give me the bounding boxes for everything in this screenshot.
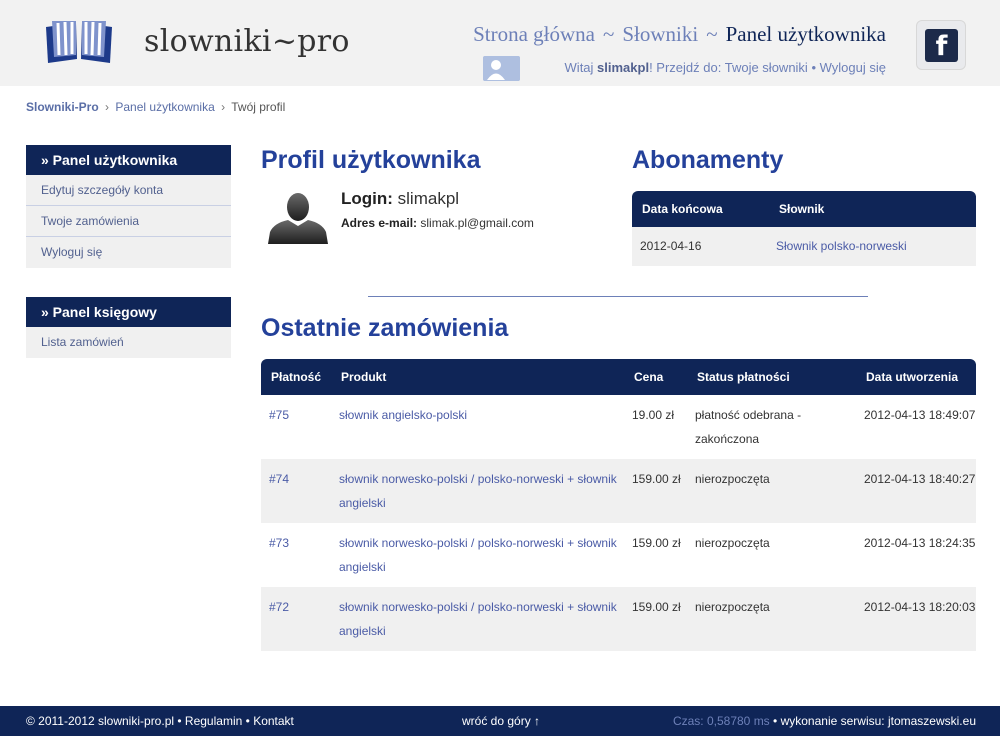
my-dictionaries-link[interactable]: Twoje słowniki	[725, 60, 808, 75]
sidebar-item-logout[interactable]: Wyloguj się	[26, 237, 231, 268]
back-to-top-link[interactable]: wróć do góry ↑	[462, 714, 540, 728]
order-payment-status: nierozpoczęta	[687, 587, 856, 651]
footer-bullet: •	[773, 714, 778, 728]
welcome-goto-text: ! Przejdź do:	[649, 60, 722, 75]
email-label: Adres e-mail:	[341, 216, 418, 230]
table-row: #74 słownik norwesko-polski / polsko-nor…	[261, 459, 976, 523]
recent-orders-heading: Ostatnie zamówienia	[261, 314, 509, 342]
column-header-product: Produkt	[331, 359, 624, 395]
footer-left: © 2011-2012 slowniki-pro.pl • Regulamin …	[26, 714, 294, 728]
user-panel-menu: » Panel użytkownika Edytuj szczegóły kon…	[26, 145, 231, 268]
footer-credit-link[interactable]: wykonanie serwisu: jtomaszewski.eu	[781, 714, 976, 728]
order-created-date: 2012-04-13 18:49:07	[856, 395, 976, 459]
table-row: 2012-04-16 Słownik polsko-norweski	[632, 227, 976, 266]
breadcrumb: Slowniki-Pro › Panel użytkownika › Twój …	[26, 100, 285, 114]
breadcrumb-panel-link[interactable]: Panel użytkownika	[115, 100, 214, 114]
sidebar-item-orders-list[interactable]: Lista zamówień	[26, 327, 231, 358]
site-header: slowniki~pro Strona główna ~ Słowniki ~ Pane…	[0, 0, 1000, 86]
profile-login: Login: slimakpl	[341, 189, 459, 209]
sidebar-item-edit-account[interactable]: Edytuj szczegóły konta	[26, 175, 231, 206]
footer-render-time: Czas: 0,58780 ms	[672, 714, 770, 728]
order-product-link[interactable]: słownik angielsko-polski	[331, 395, 624, 459]
table-row: #73 słownik norwesko-polski / polsko-nor…	[261, 523, 976, 587]
order-price: 159.00 zł	[624, 587, 687, 651]
profile-heading: Profil użytkownika	[261, 146, 481, 174]
sidebar-item-my-orders[interactable]: Twoje zamówienia	[26, 206, 231, 237]
subscription-end-date: 2012-04-16	[632, 227, 769, 266]
table-header-row: Płatność Produkt Cena Status płatności D…	[261, 359, 976, 395]
subscriptions-heading: Abonamenty	[632, 146, 784, 174]
accounting-panel-menu: » Panel księgowy Lista zamówień	[26, 297, 231, 358]
user-panel-title[interactable]: » Panel użytkownika	[26, 145, 231, 175]
email-value: slimak.pl@gmail.com	[420, 216, 534, 230]
order-payment-status: nierozpoczęta	[687, 459, 856, 523]
footer-terms-link[interactable]: Regulamin	[185, 714, 242, 728]
order-price: 159.00 zł	[624, 523, 687, 587]
order-payment-link[interactable]: #75	[261, 395, 331, 459]
order-product-link[interactable]: słownik norwesko-polski / polsko-norwesk…	[331, 587, 624, 651]
facebook-button[interactable]: f	[916, 20, 966, 70]
welcome-bullet: •	[811, 60, 817, 75]
column-header-price: Cena	[624, 359, 687, 395]
nav-current-page: Panel użytkownika	[725, 22, 886, 46]
default-avatar-icon	[268, 193, 328, 244]
nav-dictionaries-link[interactable]: Słowniki	[622, 22, 698, 46]
table-row: #75 słownik angielsko-polski 19.00 zł pł…	[261, 395, 976, 459]
subscription-dictionary-link[interactable]: Słownik polsko-norweski	[769, 227, 976, 266]
footer-right: Czas: 0,58780 ms • wykonanie serwisu: jt…	[673, 714, 976, 728]
table-row: #72 słownik norwesko-polski / polsko-nor…	[261, 587, 976, 651]
breadcrumb-home-link[interactable]: Slowniki-Pro	[26, 100, 99, 114]
section-divider	[368, 296, 868, 297]
footer-bullet: •	[177, 714, 182, 728]
order-created-date: 2012-04-13 18:20:03	[856, 587, 976, 651]
order-payment-link[interactable]: #72	[261, 587, 331, 651]
subscriptions-table: Data końcowa Słownik 2012-04-16 Słownik …	[632, 191, 976, 266]
welcome-username: slimakpl	[597, 60, 650, 75]
table-header-row: Data końcowa Słownik	[632, 191, 976, 227]
logout-link[interactable]: Wyloguj się	[820, 60, 886, 75]
site-footer: © 2011-2012 slowniki-pro.pl • Regulamin …	[0, 706, 1000, 736]
footer-contact-link[interactable]: Kontakt	[253, 714, 294, 728]
login-value: slimakpl	[397, 189, 460, 208]
order-price: 19.00 zł	[624, 395, 687, 459]
facebook-icon: f	[925, 29, 958, 62]
order-price: 159.00 zł	[624, 459, 687, 523]
breadcrumb-current: Twój profil	[231, 100, 286, 114]
welcome-greeting: Witaj	[564, 60, 594, 75]
profile-email: Adres e-mail: slimak.pl@gmail.com	[341, 216, 534, 230]
column-header-dictionary: Słownik	[769, 191, 976, 227]
order-payment-link[interactable]: #73	[261, 523, 331, 587]
site-logo-text[interactable]: slowniki~pro	[144, 24, 350, 59]
breadcrumb-separator: ›	[105, 100, 110, 114]
top-navigation: Strona główna ~ Słowniki ~ Panel użytkownika	[473, 22, 886, 47]
column-header-payment-status: Status płatności	[687, 359, 856, 395]
login-label: Login:	[341, 189, 393, 208]
order-product-link[interactable]: słownik norwesko-polski / polsko-norwesk…	[331, 459, 624, 523]
breadcrumb-separator: ›	[221, 100, 226, 114]
column-header-end-date: Data końcowa	[632, 191, 769, 227]
nav-separator: ~	[706, 22, 718, 46]
order-product-link[interactable]: słownik norwesko-polski / polsko-norwesk…	[331, 523, 624, 587]
order-payment-status: nierozpoczęta	[687, 523, 856, 587]
nav-home-link[interactable]: Strona główna	[473, 22, 595, 46]
accounting-panel-title[interactable]: » Panel księgowy	[26, 297, 231, 327]
order-payment-status: płatność odebrana - zakończona	[687, 395, 856, 459]
nav-separator: ~	[603, 22, 615, 46]
user-avatar-icon	[483, 56, 520, 81]
column-header-payment: Płatność	[261, 359, 331, 395]
order-created-date: 2012-04-13 18:24:35	[856, 523, 976, 587]
footer-bullet: •	[245, 714, 250, 728]
welcome-bar: Witaj slimakpl! Przejdź do: Twoje słowni…	[565, 60, 886, 75]
order-created-date: 2012-04-13 18:40:27	[856, 459, 976, 523]
order-payment-link[interactable]: #74	[261, 459, 331, 523]
footer-copyright: © 2011-2012 slowniki-pro.pl	[26, 714, 175, 728]
column-header-created-date: Data utworzenia	[856, 359, 976, 395]
open-book-logo-icon[interactable]	[44, 19, 114, 65]
recent-orders-table: Płatność Produkt Cena Status płatności D…	[261, 359, 976, 651]
